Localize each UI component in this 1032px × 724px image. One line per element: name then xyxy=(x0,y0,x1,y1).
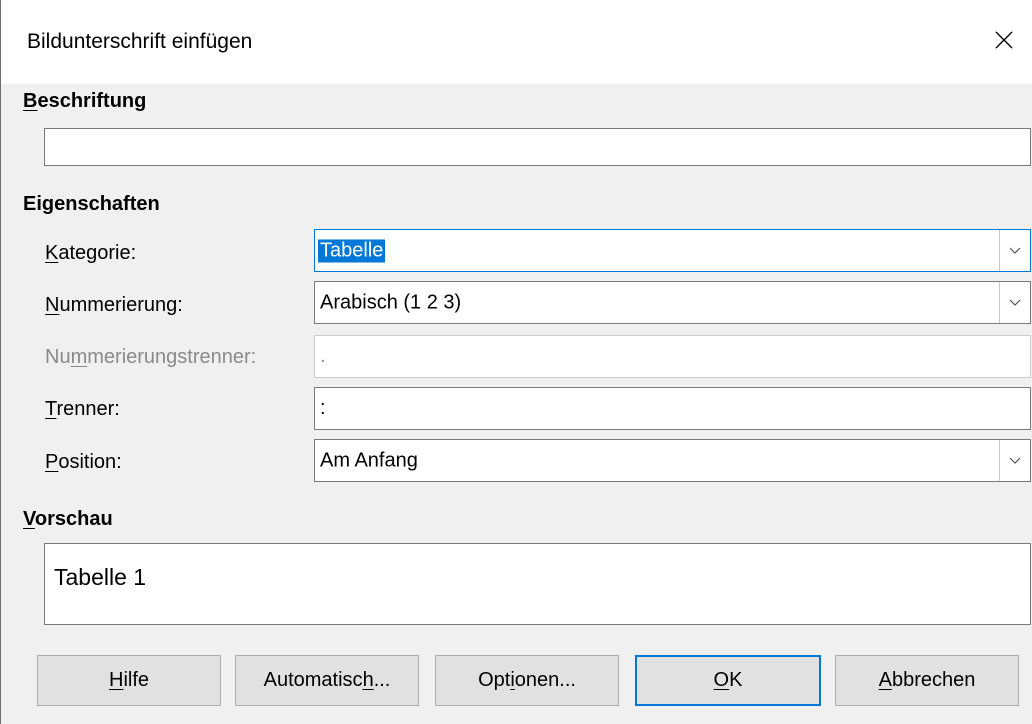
caption-heading: Beschriftung xyxy=(23,90,147,112)
chevron-down-icon[interactable] xyxy=(999,230,1030,271)
close-icon xyxy=(994,30,1014,55)
close-button[interactable] xyxy=(976,14,1032,70)
position-label: Position: xyxy=(45,451,122,473)
numbering-combo[interactable]: Arabisch (1 2 3) xyxy=(314,281,1031,324)
chevron-down-icon[interactable] xyxy=(999,440,1030,481)
position-value: Am Anfang xyxy=(320,449,418,471)
ok-button[interactable]: OK xyxy=(635,655,821,706)
numbering-separator-input: . xyxy=(314,335,1031,378)
category-combo[interactable]: Tabelle xyxy=(314,229,1031,272)
numbering-label: Nummerierung: xyxy=(45,294,183,316)
numbering-value: Arabisch (1 2 3) xyxy=(320,291,462,313)
options-button[interactable]: Opt i onen... xyxy=(435,655,619,706)
automatic-button[interactable]: Automatisc h... xyxy=(235,655,419,706)
help-button[interactable]: Hilfe xyxy=(37,655,221,706)
caption-input[interactable] xyxy=(44,128,1031,166)
position-combo[interactable]: Am Anfang xyxy=(314,439,1031,482)
title-bar: Bildunterschrift einfügen xyxy=(1,0,1032,84)
separator-label: Trenner: xyxy=(45,398,120,420)
category-label: Kategorie: xyxy=(45,242,137,264)
numbering-separator-label: Nummerierungstrenner: xyxy=(45,346,257,368)
caption-dialog: Bildunterschrift einfügen Beschriftung E… xyxy=(0,0,1032,724)
preview-box: Tabelle 1 xyxy=(44,543,1031,625)
preview-text: Tabelle 1 xyxy=(54,564,147,590)
chevron-down-icon[interactable] xyxy=(999,282,1030,323)
preview-heading: Vorschau xyxy=(23,508,113,530)
cancel-button[interactable]: Abbrechen xyxy=(835,655,1019,706)
dialog-title: Bildunterschrift einfügen xyxy=(27,30,253,53)
separator-input[interactable]: : xyxy=(314,387,1031,430)
properties-heading: Eigenschaften xyxy=(23,193,160,215)
category-value: Tabelle xyxy=(318,239,386,262)
